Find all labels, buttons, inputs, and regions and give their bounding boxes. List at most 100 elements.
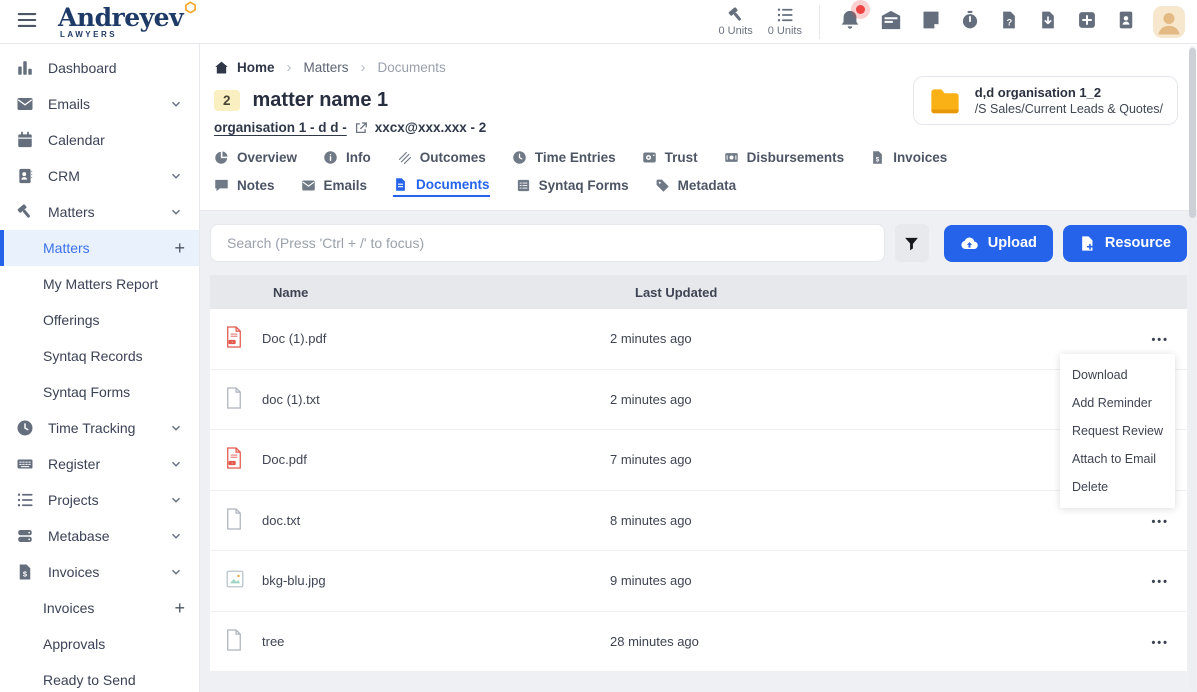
tab-info[interactable]: Info (323, 150, 371, 168)
document-icon (393, 177, 408, 192)
quick-add-button[interactable] (1075, 8, 1099, 35)
server-icon (16, 527, 34, 545)
table-row[interactable]: tree 28 minutes ago ••• (210, 612, 1187, 673)
sidebar-item-invoices[interactable]: $ Invoices (0, 554, 199, 590)
sidebar-label: Offerings (43, 312, 100, 328)
sidebar-item-syntaq-forms[interactable]: Syntaq Forms (0, 374, 199, 410)
tab-emails[interactable]: Emails (301, 177, 368, 197)
organisation-link[interactable]: organisation 1 - d d - (214, 120, 347, 135)
envelope-icon (301, 178, 316, 193)
sidebar-item-crm[interactable]: CRM (0, 158, 199, 194)
table-row[interactable]: bkg-blu.jpg 9 minutes ago ••• (210, 551, 1187, 612)
document-name[interactable]: tree (262, 634, 610, 649)
tab-invoices[interactable]: $ Invoices (870, 150, 947, 168)
sidebar-label: Matters (48, 204, 95, 220)
menu-item-download[interactable]: Download (1060, 361, 1175, 389)
document-name[interactable]: doc.txt (262, 513, 610, 528)
table-row[interactable]: Doc (1).pdf 2 minutes ago ••• (210, 309, 1187, 370)
resource-label: Resource (1105, 235, 1171, 251)
tab-label: Invoices (893, 150, 947, 165)
file-download-button[interactable] (1036, 8, 1060, 35)
document-name[interactable]: bkg-blu.jpg (262, 573, 610, 588)
sidebar-item-offerings[interactable]: Offerings (0, 302, 199, 338)
breadcrumb-matters[interactable]: Matters (304, 60, 349, 75)
sidebar-item-syntaq-records[interactable]: Syntaq Records (0, 338, 199, 374)
row-actions-button[interactable]: ••• (1151, 576, 1169, 588)
tab-documents[interactable]: Documents (393, 177, 490, 197)
scrollbar-thumb[interactable] (1189, 48, 1196, 218)
file-download-icon (1038, 10, 1058, 30)
matter-units-counter[interactable]: 0 Units (719, 6, 753, 37)
tab-metadata[interactable]: Metadata (655, 177, 737, 197)
brand-logo[interactable]: Andreyev LAWYERS (58, 5, 197, 39)
contacts-button[interactable] (1114, 8, 1138, 35)
column-header-last-updated: Last Updated (610, 285, 1131, 300)
list-icon (776, 6, 794, 24)
file-help-button[interactable]: ? (997, 8, 1021, 35)
image-file-icon (224, 568, 246, 590)
row-actions-button[interactable]: ••• (1151, 516, 1169, 528)
filter-button[interactable] (895, 224, 929, 262)
pdf-file-icon (224, 446, 244, 470)
sidebar-item-calendar[interactable]: Calendar (0, 122, 199, 158)
menu-item-delete[interactable]: Delete (1060, 473, 1175, 501)
pdf-file-icon (224, 325, 244, 349)
tab-time-entries[interactable]: Time Entries (512, 150, 616, 168)
sidebar-item-ready-to-send[interactable]: Ready to Send (0, 662, 199, 692)
matter-tabs: Overview Info Outcomes Time Entries Trus… (214, 150, 974, 210)
row-actions-button[interactable]: ••• (1151, 637, 1169, 649)
sidebar-item-metabase[interactable]: Metabase (0, 518, 199, 554)
sidebar-item-approvals[interactable]: Approvals (0, 626, 199, 662)
table-row[interactable]: Doc.pdf 7 minutes ago (210, 430, 1187, 491)
tab-trust[interactable]: Trust (642, 150, 698, 168)
task-units-counter[interactable]: 0 Units (768, 6, 802, 37)
vertical-scrollbar[interactable] (1189, 46, 1196, 690)
sidebar-item-invoices-list[interactable]: Invoices + (0, 590, 199, 626)
upload-button[interactable]: Upload (944, 225, 1053, 262)
notifications-button[interactable] (837, 7, 863, 36)
menu-item-add-reminder[interactable]: Add Reminder (1060, 389, 1175, 417)
tab-notes[interactable]: Notes (214, 177, 275, 197)
user-avatar[interactable] (1153, 6, 1185, 38)
gavel-icon (727, 6, 745, 24)
tab-outcomes[interactable]: Outcomes (397, 150, 486, 168)
calendar-icon (16, 131, 34, 149)
tab-overview[interactable]: Overview (214, 150, 297, 168)
menu-item-request-review[interactable]: Request Review (1060, 417, 1175, 445)
sidebar-item-projects[interactable]: Projects (0, 482, 199, 518)
document-name[interactable]: Doc (1).pdf (262, 331, 610, 346)
mail-button[interactable] (878, 7, 904, 36)
hamburger-menu-button[interactable] (12, 5, 42, 38)
search-input[interactable] (210, 224, 885, 262)
tab-disbursements[interactable]: Disbursements (724, 150, 845, 168)
tab-syntaq-forms[interactable]: Syntaq Forms (516, 177, 629, 197)
sidebar-item-time-tracking[interactable]: Time Tracking (0, 410, 199, 446)
table-row[interactable]: doc.txt 8 minutes ago ••• (210, 491, 1187, 552)
resource-button[interactable]: Resource (1063, 225, 1187, 262)
add-invoice-button[interactable]: + (174, 598, 185, 619)
sidebar-item-matters-list[interactable]: Matters + (0, 230, 199, 266)
document-updated: 9 minutes ago (610, 573, 1131, 588)
sidebar-item-register[interactable]: Register (0, 446, 199, 482)
table-row[interactable]: doc (1).txt 2 minutes ago (210, 370, 1187, 431)
document-name[interactable]: Doc.pdf (262, 452, 610, 467)
chevron-down-icon (167, 97, 185, 111)
sidebar-item-matters[interactable]: Matters (0, 194, 199, 230)
task-units-label: 0 Units (768, 25, 802, 37)
row-actions-button[interactable]: ••• (1151, 334, 1169, 346)
breadcrumb-home[interactable]: Home (214, 60, 275, 75)
trust-account-icon (642, 150, 657, 165)
matter-folder-card[interactable]: d,d organisation 1_2 /S Sales/Current Le… (913, 76, 1178, 125)
notes-button[interactable] (919, 8, 943, 35)
sidebar-item-emails[interactable]: Emails (0, 86, 199, 122)
external-link-icon[interactable] (354, 121, 368, 135)
sidebar-item-dashboard[interactable]: Dashboard (0, 50, 199, 86)
sidebar-item-my-matters-report[interactable]: My Matters Report (0, 266, 199, 302)
keyboard-icon (16, 455, 34, 473)
menu-item-attach-to-email[interactable]: Attach to Email (1060, 445, 1175, 473)
document-name[interactable]: doc (1).txt (262, 392, 610, 407)
timer-button[interactable] (958, 8, 982, 35)
topbar: Andreyev LAWYERS 0 Units 0 Units (0, 0, 1197, 44)
add-matter-button[interactable]: + (174, 238, 185, 259)
invoice-icon: $ (16, 563, 34, 581)
